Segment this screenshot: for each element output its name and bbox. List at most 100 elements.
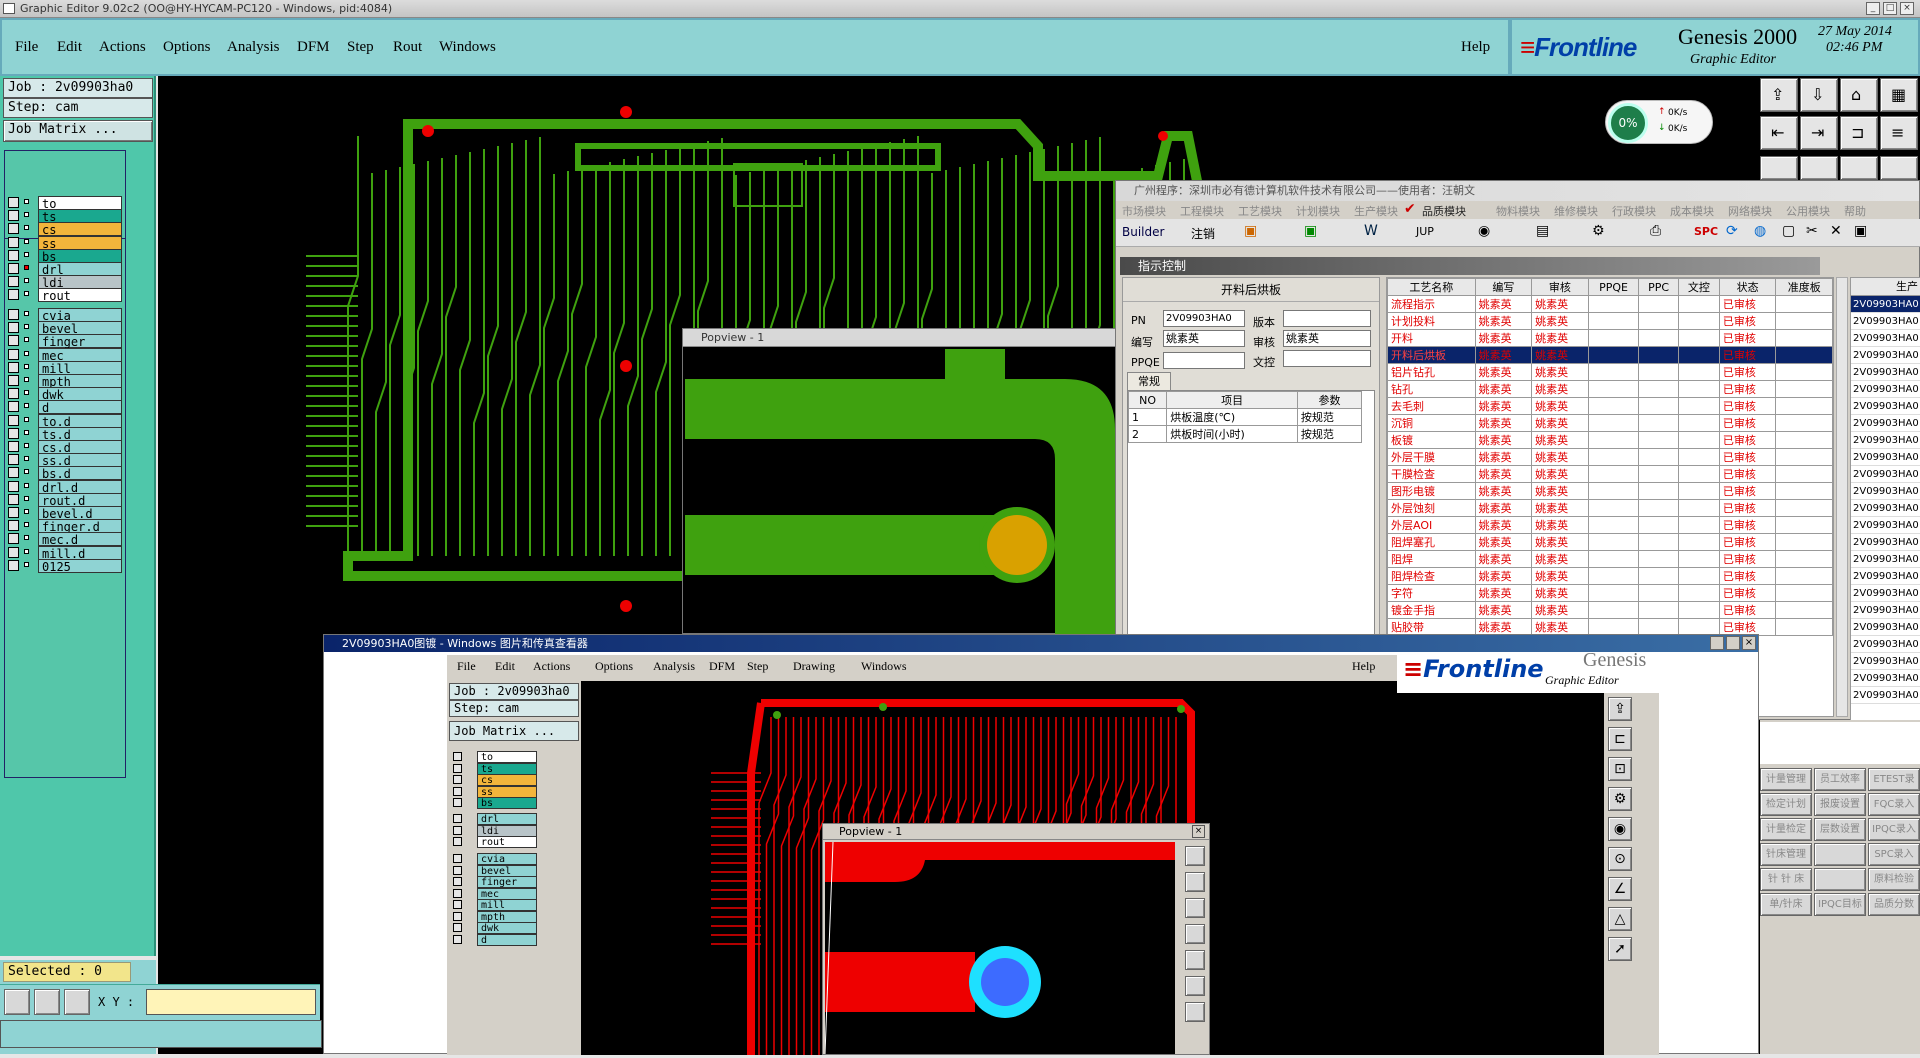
tool-button-10[interactable] [1800, 156, 1838, 180]
embedded-layer-row[interactable]: cvia [453, 853, 537, 865]
layer-affected-toggle[interactable] [24, 403, 29, 409]
layer-checkbox[interactable] [8, 263, 19, 274]
embedded-layer-row[interactable]: rout [453, 836, 537, 848]
tool-button-7[interactable]: ⊐ [1840, 116, 1878, 150]
process-header[interactable]: 状态 [1718, 278, 1777, 296]
embedded-layer-checkbox[interactable] [453, 798, 462, 807]
layer-checkbox[interactable] [8, 454, 19, 466]
param-row[interactable]: 2 烘板时间(小时) 按规范 [1127, 425, 1363, 443]
embedded-layer-row[interactable]: bevel [453, 864, 537, 877]
doc-field[interactable] [1283, 350, 1371, 367]
process-row[interactable]: 图形电镀 姚素英 姚素英 已审核 [1387, 482, 1833, 500]
popview-tool-icon[interactable] [1185, 872, 1205, 892]
layer-checkbox[interactable] [8, 361, 19, 373]
quality-button[interactable]: 针 针 床 [1760, 868, 1812, 891]
delete-icon[interactable]: ✕ [1830, 223, 1842, 239]
command-line[interactable] [0, 1020, 322, 1048]
excel-icon[interactable]: ▣ [1304, 223, 1317, 239]
job-matrix-button[interactable]: Job Matrix ... [3, 120, 153, 142]
pn-field[interactable]: 2V09903HA0 [1163, 310, 1245, 327]
process-row[interactable]: 贴胶带 姚素英 姚素英 已审核 [1387, 618, 1833, 636]
quality-button[interactable]: 针床管理 [1760, 843, 1812, 866]
globe-icon[interactable]: ◍ [1754, 223, 1766, 239]
erp-menu-item[interactable]: 行政模块 [1612, 203, 1656, 219]
layer-row[interactable]: cs.d [8, 440, 122, 455]
ppqe-field[interactable] [1163, 352, 1245, 369]
embedded-tool-icon[interactable]: ◉ [1608, 817, 1632, 841]
job-list-item[interactable]: 2V09903HA0 [1851, 296, 1920, 313]
quality-button[interactable]: 报废设置 [1814, 793, 1866, 816]
tool-button-11[interactable] [1840, 156, 1878, 180]
embedded-menu-item[interactable]: DFM [709, 659, 735, 674]
layer-checkbox[interactable] [8, 309, 19, 320]
reviewer-field[interactable]: 姚素英 [1283, 330, 1371, 347]
tools-icon[interactable]: ⚙ [1592, 223, 1605, 239]
tool-button-9[interactable] [1760, 156, 1798, 180]
embedded-layer-checkbox[interactable] [453, 923, 462, 932]
layer-row[interactable]: mec.d [8, 532, 122, 547]
popview-tool-icon[interactable] [1185, 924, 1205, 944]
job-list-item[interactable]: 2V09903HA0 [1851, 585, 1920, 602]
param-header[interactable]: NO [1127, 391, 1168, 409]
process-header[interactable]: 准度板 [1775, 278, 1833, 296]
job-list-item[interactable]: 2V09903HA0 [1851, 500, 1920, 517]
layer-row[interactable]: mill.d [8, 545, 122, 561]
layer-affected-toggle[interactable] [24, 495, 29, 501]
job-list-item[interactable]: 2V09903HA0 [1851, 381, 1920, 398]
popview-tool-icon[interactable] [1185, 898, 1205, 918]
save-icon[interactable]: ▣ [1854, 223, 1867, 239]
layer-checkbox[interactable] [8, 249, 19, 261]
process-header[interactable]: 审核 [1531, 278, 1589, 296]
layer-affected-toggle[interactable] [24, 363, 29, 369]
embedded-layer-row[interactable]: ss [453, 785, 537, 798]
layer-row[interactable]: cvia [8, 308, 122, 323]
process-row[interactable]: 计划投料 姚素英 姚素英 已审核 [1387, 312, 1833, 330]
job-list-item[interactable]: 2V09903HA0 [1851, 398, 1920, 415]
layer-affected-toggle[interactable] [24, 251, 29, 257]
process-row[interactable]: 外层干膜 姚素英 姚素英 已审核 [1387, 448, 1833, 466]
embedded-help[interactable]: Help [1352, 659, 1375, 674]
embedded-layer-row[interactable]: dwk [453, 922, 537, 934]
erp-menu-item[interactable]: 维修模块 [1554, 203, 1598, 219]
menu-analysis[interactable]: Analysis [227, 39, 280, 56]
builder-button[interactable]: Builder [1122, 225, 1164, 239]
quality-button[interactable]: SPC录入 [1868, 843, 1920, 866]
xy-input[interactable] [146, 989, 316, 1015]
embedded-menu-item[interactable]: Windows [861, 659, 907, 674]
job-list-item[interactable]: 2V09903HA0 [1851, 330, 1920, 347]
viewer-minimize-button[interactable] [1710, 636, 1724, 650]
snap-icon[interactable] [34, 989, 60, 1015]
embedded-layer-checkbox[interactable] [453, 934, 462, 944]
erp-menu-item[interactable]: 网络模块 [1728, 203, 1772, 219]
layer-checkbox[interactable] [8, 348, 19, 360]
job-list-item[interactable]: 2V09903HA0 [1851, 432, 1920, 449]
job-list-item[interactable]: 2V09903HA0 [1851, 534, 1920, 551]
tool-button-12[interactable] [1880, 156, 1918, 180]
process-row[interactable]: 阻焊塞孔 姚素英 姚素英 已审核 [1387, 533, 1833, 551]
job-list-item[interactable]: 2V09903HA0 [1851, 347, 1920, 364]
popview-tool-icon[interactable] [1185, 846, 1205, 866]
layer-row[interactable]: to.d [8, 413, 122, 429]
process-row[interactable]: 外层蚀刻 姚素英 姚素英 已审核 [1387, 499, 1833, 517]
embedded-layer-row[interactable]: to [453, 751, 537, 763]
close-button[interactable]: × [1900, 2, 1914, 15]
menu-step[interactable]: Step [347, 39, 374, 56]
menu-actions[interactable]: Actions [99, 39, 146, 56]
process-row[interactable]: 外层AOI 姚素英 姚素英 已审核 [1387, 516, 1833, 534]
layer-row[interactable]: mpth [8, 374, 122, 389]
embedded-layer-row[interactable]: d [453, 933, 537, 946]
layer-row[interactable]: rout [8, 288, 122, 303]
menu-edit[interactable]: Edit [57, 39, 82, 56]
layer-checkbox[interactable] [8, 375, 19, 386]
layer-row[interactable]: to [8, 196, 122, 211]
embedded-menu-item[interactable]: Step [747, 659, 768, 674]
process-row[interactable]: 铝片钻孔 姚素英 姚素英 已审核 [1387, 363, 1833, 381]
layer-affected-toggle[interactable] [24, 278, 29, 284]
tool-button-2[interactable]: ⇩ [1800, 78, 1838, 112]
job-list-item[interactable]: 2V09903HA0 [1851, 415, 1920, 432]
quality-button[interactable]: IPQC目标 [1814, 893, 1866, 916]
layer-affected-toggle[interactable] [24, 311, 29, 316]
embedded-popview-close[interactable]: × [1192, 825, 1205, 838]
layer-checkbox[interactable] [8, 493, 19, 505]
embedded-tool-icon[interactable]: ∠ [1608, 877, 1632, 901]
